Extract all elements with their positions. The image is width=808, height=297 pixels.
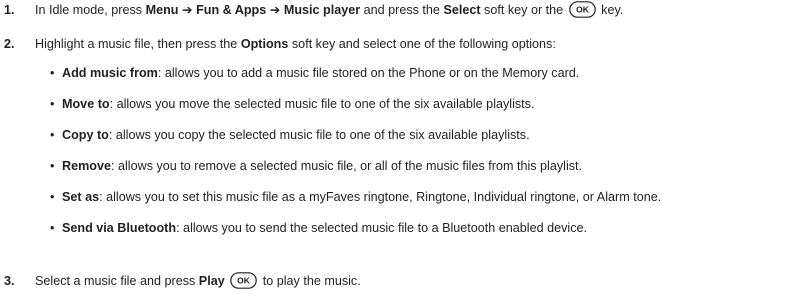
body-text: Highlight a music file, then press the <box>35 37 241 51</box>
step-number: 1. <box>4 3 15 17</box>
bullet-dot: • <box>50 97 55 111</box>
step-text: Highlight a music file, then press the O… <box>35 36 556 53</box>
body-text: Select a music file and press <box>35 274 199 288</box>
list-item: • Set as: allows you to set this music fi… <box>50 189 661 206</box>
body-text: to play the music. <box>259 274 361 288</box>
body-text: soft key and select one of the following… <box>288 37 556 51</box>
body-text: soft key or the <box>480 3 567 17</box>
bullet-dot: • <box>50 128 55 142</box>
emphasis-text: Options <box>240 37 289 51</box>
list-item: • Send via Bluetooth: allows you to send … <box>50 220 587 237</box>
bullet-dot: • <box>50 159 55 173</box>
body-text: ➔ <box>178 3 197 17</box>
emphasis-text: Music player <box>283 3 361 17</box>
bullet-dot: • <box>50 190 55 204</box>
step-text: In Idle mode, press Menu ➔ Fun & Apps ➔ … <box>35 0 624 19</box>
step-number: 2. <box>4 37 15 51</box>
option-description: : allows you move the selected music fil… <box>109 97 535 111</box>
option-description: : allows you to remove a selected music … <box>111 159 583 173</box>
step-text: Select a music file and press Play OK to… <box>35 271 361 290</box>
option-description: : allows you to set this music file as a… <box>99 190 662 204</box>
body-text: ➔ <box>266 3 284 17</box>
step-number: 3. <box>4 274 15 288</box>
body-text: key. <box>597 3 624 17</box>
list-item: • Copy to: allows you copy the selected m… <box>50 127 530 144</box>
option-term: Add music from <box>62 66 158 80</box>
body-text: and press the <box>360 3 444 17</box>
ok-key-label: OK <box>237 275 251 285</box>
emphasis-text: Select <box>443 3 481 17</box>
option-description: : allows you to add a music file stored … <box>157 66 580 80</box>
option-term: Copy to <box>62 128 109 142</box>
option-term: Set as <box>62 190 100 204</box>
emphasis-text: Play <box>198 274 225 288</box>
option-term: Move to <box>62 97 110 111</box>
list-item: • Remove: allows you to remove a selected… <box>50 158 582 175</box>
body-text <box>225 274 229 288</box>
option-description: : allows you to send the selected music … <box>176 221 588 235</box>
bullet-dot: • <box>50 221 55 235</box>
instruction-page: 1. In Idle mode, press Menu ➔ Fun & Apps… <box>0 0 808 297</box>
option-term: Send via Bluetooth <box>62 221 177 235</box>
option-description: : allows you copy the selected music fil… <box>108 128 530 142</box>
ok-key-label: OK <box>576 4 590 14</box>
list-item: • Add music from: allows you to add a mus… <box>50 65 579 82</box>
ok-key-icon: OK <box>230 271 258 289</box>
emphasis-text: Menu <box>145 3 179 17</box>
bullet-dot: • <box>50 66 55 80</box>
list-item: • Move to: allows you move the selected m… <box>50 96 534 113</box>
body-text: In Idle mode, press <box>35 3 146 17</box>
option-term: Remove <box>62 159 111 173</box>
emphasis-text: Fun & Apps <box>196 3 267 17</box>
ok-key-icon: OK <box>568 0 596 18</box>
